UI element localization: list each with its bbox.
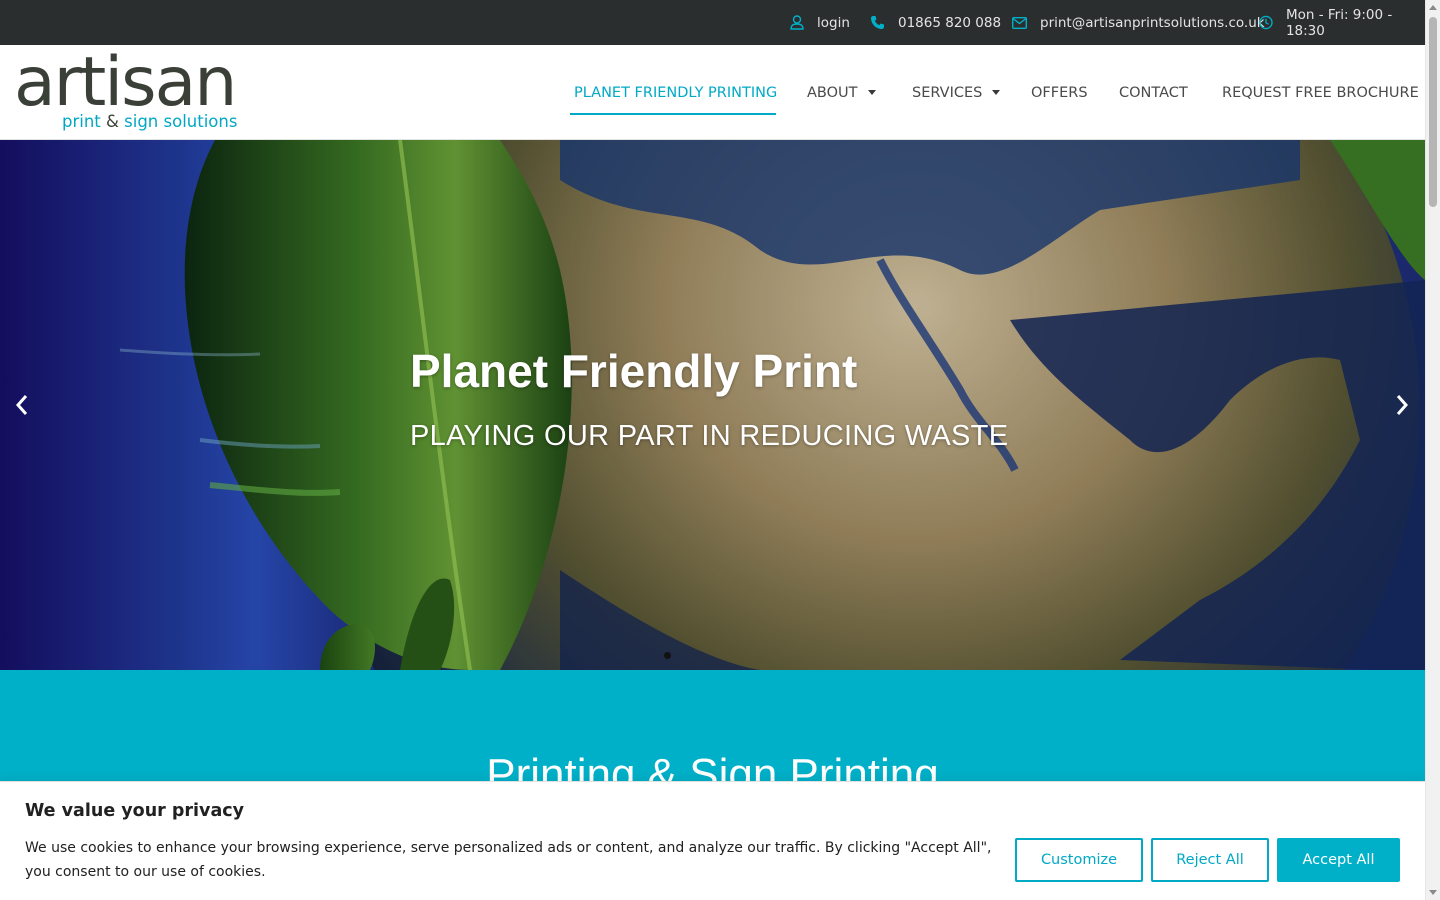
nav-request-free-brochure[interactable]: REQUEST FREE BROCHURE	[1222, 45, 1419, 140]
hero-slider: Planet Friendly Print PLAYING OUR PART I…	[0, 140, 1425, 670]
clock-icon	[1259, 15, 1273, 30]
cookie-text: We use cookies to enhance your browsing …	[25, 840, 992, 880]
page-scrollbar[interactable]	[1425, 0, 1440, 900]
email-address: print@artisanprintsolutions.co.uk	[1040, 14, 1265, 31]
opening-hours: Mon - Fri: 9:00 - 18:30	[1259, 0, 1425, 45]
nav-label: OFFERS	[1031, 84, 1088, 101]
user-icon	[790, 15, 804, 30]
nav-label: REQUEST FREE BROCHURE	[1222, 84, 1419, 101]
logo-tagline-amp: &	[106, 112, 119, 131]
chevron-right-icon	[1396, 395, 1409, 415]
caret-down-icon	[992, 90, 1001, 95]
customize-button[interactable]: Customize	[1015, 838, 1143, 882]
top-info-bar: login 01865 820 088 print@artisanprintso…	[0, 0, 1425, 45]
logo-tagline-print: print	[62, 112, 101, 131]
hero-title: Planet Friendly Print	[410, 345, 858, 397]
phone-link[interactable]: 01865 820 088	[870, 0, 1001, 45]
email-link[interactable]: print@artisanprintsolutions.co.uk	[1012, 0, 1265, 45]
login-label: login	[817, 14, 850, 31]
reject-all-button[interactable]: Reject All	[1151, 838, 1269, 882]
nav-label: PLANET FRIENDLY PRINTING	[574, 84, 778, 101]
active-nav-underline	[570, 113, 776, 115]
login-link[interactable]: login	[790, 0, 850, 45]
nav-contact[interactable]: CONTACT	[1119, 45, 1188, 140]
site-header: artisan print & sign solutions PLANET FR…	[0, 43, 1425, 140]
phone-number: 01865 820 088	[898, 14, 1002, 31]
logo-tagline-rest: sign solutions	[124, 112, 238, 131]
envelope-icon	[1012, 16, 1027, 29]
cookie-title: We value your privacy	[25, 801, 245, 821]
hours-label: Mon - Fri: 9:00 - 18:30	[1285, 6, 1393, 39]
slider-dot[interactable]	[664, 652, 671, 659]
scrollbar-thumb[interactable]	[1429, 17, 1437, 207]
caret-down-icon	[867, 90, 876, 95]
hero-background-image	[0, 140, 1425, 670]
phone-icon	[871, 16, 884, 29]
nav-label: SERVICES	[912, 84, 983, 101]
logo-wordmark: artisan	[14, 43, 237, 122]
chevron-left-icon	[15, 395, 28, 415]
nav-about[interactable]: ABOUT	[807, 45, 876, 140]
nav-label: ABOUT	[807, 84, 858, 101]
hero-subtitle: PLAYING OUR PART IN REDUCING WASTE	[410, 420, 1009, 452]
accept-all-button[interactable]: Accept All	[1277, 838, 1400, 882]
slider-next-button[interactable]	[1390, 390, 1414, 420]
nav-services[interactable]: SERVICES	[912, 45, 1001, 140]
nav-offers[interactable]: OFFERS	[1031, 45, 1088, 140]
nav-label: CONTACT	[1119, 84, 1188, 101]
cookie-consent-banner: We value your privacy We use cookies to …	[0, 781, 1425, 900]
scroll-up-icon[interactable]	[1429, 5, 1437, 10]
scroll-down-icon[interactable]	[1429, 890, 1437, 895]
artisan-logo[interactable]: artisan print & sign solutions	[14, 43, 254, 137]
slider-prev-button[interactable]	[10, 390, 34, 420]
logo-tagline: print & sign solutions	[62, 112, 237, 131]
nav-planet-friendly-printing[interactable]: PLANET FRIENDLY PRINTING	[574, 45, 777, 140]
